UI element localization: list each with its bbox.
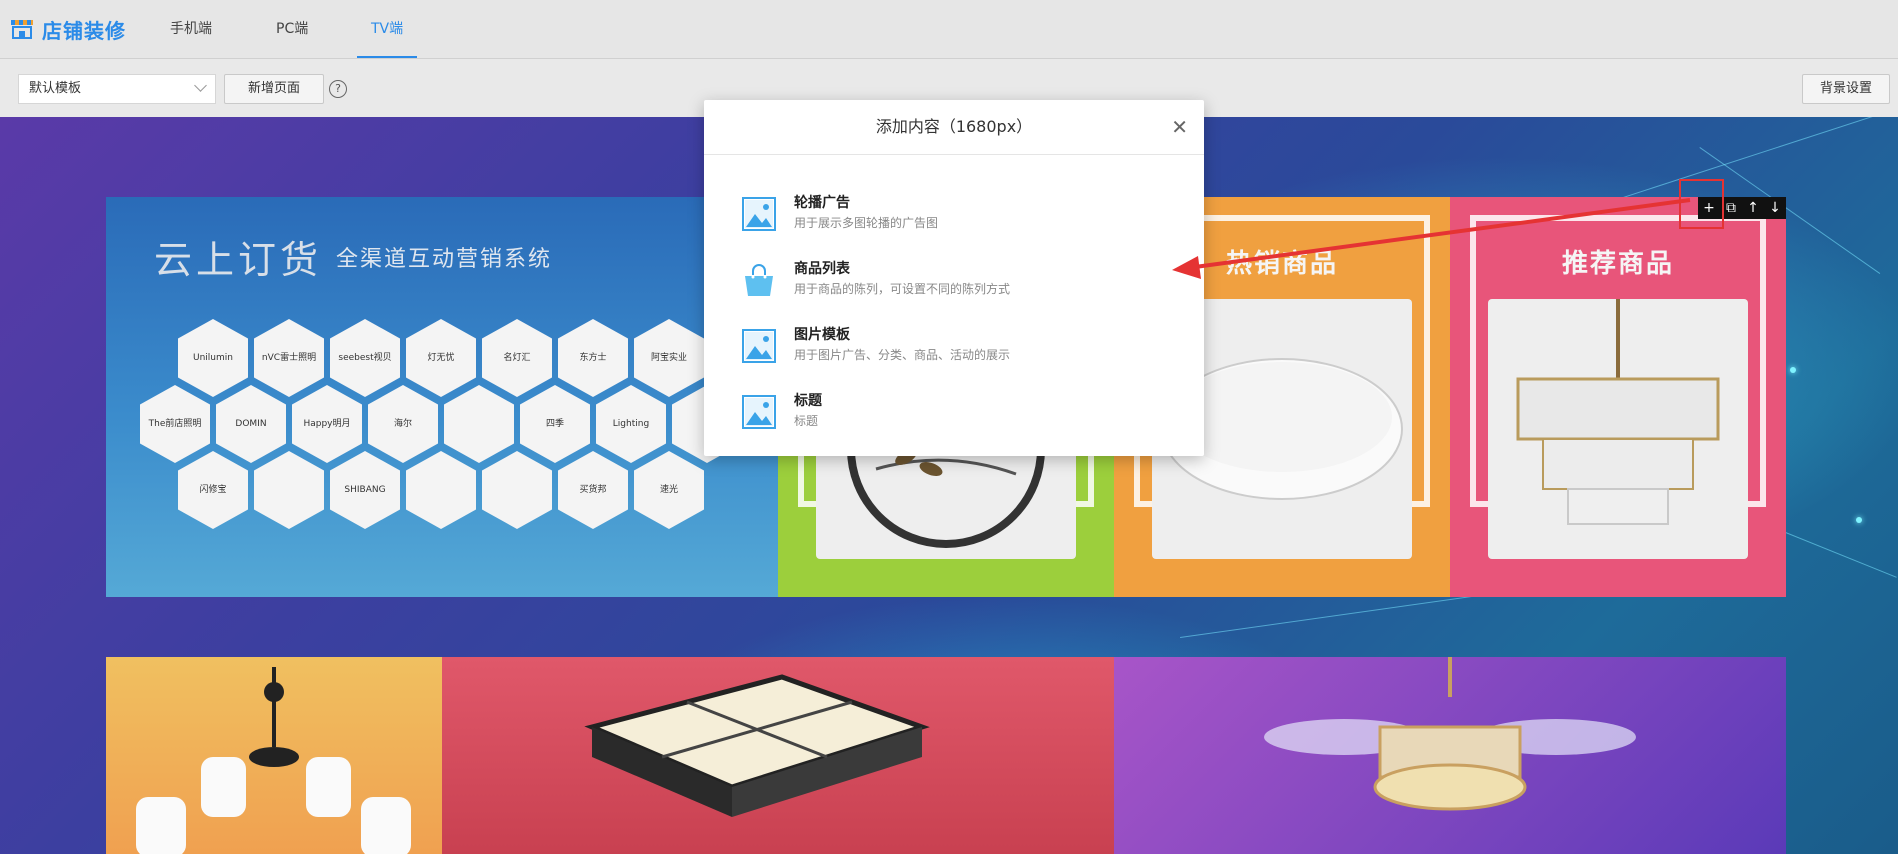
brand-logo: 名灯汇 <box>482 319 552 397</box>
tab-tv[interactable]: TV端 <box>357 0 418 58</box>
shopping-bag-icon <box>745 264 773 296</box>
store-icon <box>11 20 33 39</box>
brand-logo: 闪修宝 <box>178 451 248 529</box>
dialog-title: 添加内容（1680px） <box>875 117 1033 136</box>
brand-logo <box>482 451 552 529</box>
copy-component-button[interactable]: ⧉ <box>1721 200 1741 216</box>
option-name: 轮播广告 <box>794 195 850 211</box>
network-node <box>1790 367 1796 373</box>
square-ceiling-lamp-illustration <box>584 674 930 817</box>
fan-chandelier-illustration <box>1264 657 1636 811</box>
chevron-down-icon <box>194 79 207 92</box>
brand-logo: The前店照明 <box>140 385 210 463</box>
brand-logo: Lighting <box>596 385 666 463</box>
close-icon[interactable]: ✕ <box>1171 100 1188 154</box>
brand-logo <box>444 385 514 463</box>
option-title[interactable]: 标题 标题 <box>742 390 1162 440</box>
option-image-template[interactable]: 图片模板 用于图片广告、分类、商品、活动的展示 <box>742 324 1162 374</box>
brand-logo: 四季 <box>520 385 590 463</box>
move-up-button[interactable]: ↑ <box>1743 200 1763 216</box>
brand-logo: Happy明月 <box>292 385 362 463</box>
category-panel-recommended[interactable]: 推荐商品 <box>1450 197 1786 597</box>
add-content-dialog: 添加内容（1680px） ✕ 轮播广告 用于展示多图轮播的广告图 商品列表 用于… <box>704 100 1204 456</box>
option-desc: 标题 <box>794 414 819 428</box>
brand-logo: nVC雷士照明 <box>254 319 324 397</box>
add-page-button[interactable]: 新增页面 <box>224 74 324 104</box>
option-name: 图片模板 <box>794 327 850 343</box>
tab-pc[interactable]: PC端 <box>262 0 322 58</box>
dialog-header: 添加内容（1680px） ✕ <box>704 100 1204 155</box>
brand-logo: 灯无忧 <box>406 319 476 397</box>
option-name: 商品列表 <box>794 261 850 277</box>
brand-logo <box>254 451 324 529</box>
brand-logo: 东方士 <box>558 319 628 397</box>
brand-logo: Unilumin <box>178 319 248 397</box>
option-desc: 用于图片广告、分类、商品、活动的展示 <box>794 348 1011 362</box>
brand: 店铺装修 <box>10 14 126 44</box>
pendant-lamp-illustration <box>136 667 411 854</box>
option-desc: 用于展示多图轮播的广告图 <box>794 216 939 230</box>
image-icon <box>742 395 776 429</box>
option-desc: 用于商品的陈列，可设置不同的陈列方式 <box>794 282 1011 296</box>
brand-logo-panel[interactable]: 云上订货 全渠道互动营销系统 Unilumin nVC雷士照明 seebest视贝灯… <box>106 197 778 597</box>
brand-logo: 阿宝实业 <box>634 319 704 397</box>
category-title-recommended: 推荐商品 <box>1561 249 1674 279</box>
top-nav: 店铺装修 手机端 PC端 TV端 <box>0 0 1898 59</box>
brand-logo: seebest视贝 <box>330 319 400 397</box>
brand-logo: 速光 <box>634 451 704 529</box>
tab-mobile[interactable]: 手机端 <box>156 0 226 58</box>
help-icon[interactable]: ? <box>329 80 347 98</box>
annotation-highlight-box <box>1679 179 1724 229</box>
brand-panel-subtitle: 全渠道互动营销系统 <box>336 247 553 272</box>
template-select-value: 默认模板 <box>29 81 82 96</box>
product-banner-3[interactable] <box>1114 657 1786 854</box>
image-icon <box>742 329 776 363</box>
chandelier-illustration <box>1516 299 1720 525</box>
network-node <box>1856 517 1862 523</box>
brand-logo <box>406 451 476 529</box>
product-banner-1[interactable] <box>106 657 442 854</box>
brand-panel-title: 云上订货 <box>154 238 323 282</box>
option-product-list[interactable]: 商品列表 用于商品的陈列，可设置不同的陈列方式 <box>742 258 1162 308</box>
background-settings-button[interactable]: 背景设置 <box>1802 74 1890 104</box>
product-banner-2[interactable] <box>442 657 1114 854</box>
brand-logo: DOMIN <box>216 385 286 463</box>
option-carousel-ad[interactable]: 轮播广告 用于展示多图轮播的广告图 <box>742 192 1162 242</box>
product-image <box>1488 299 1748 559</box>
image-icon <box>742 197 776 231</box>
template-select[interactable]: 默认模板 <box>18 74 216 104</box>
brand-title: 店铺装修 <box>42 18 126 43</box>
brand-logo: 海尔 <box>368 385 438 463</box>
option-name: 标题 <box>794 393 822 409</box>
brand-logo: 买货邦 <box>558 451 628 529</box>
move-down-button[interactable]: ↓ <box>1765 200 1785 216</box>
brand-logo: SHIBANG <box>330 451 400 529</box>
